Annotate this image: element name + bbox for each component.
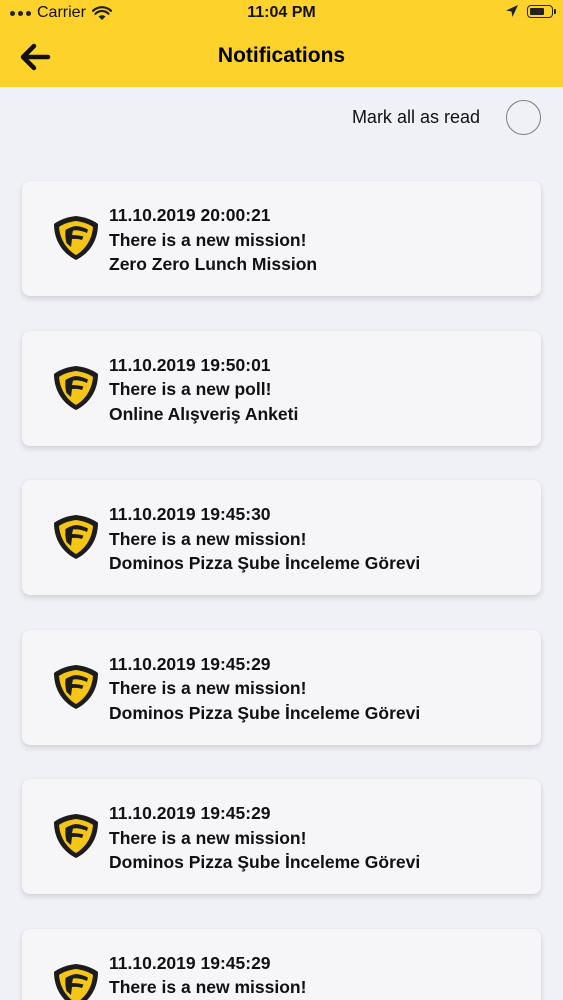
shield-logo-icon xyxy=(54,515,98,559)
notification-card[interactable]: 11.10.2019 19:45:29 There is a new missi… xyxy=(22,629,541,745)
status-bar: Carrier 11:04 PM xyxy=(0,0,563,28)
notification-texts: 11.10.2019 19:50:01 There is a new poll!… xyxy=(109,353,298,427)
notification-date: 11.10.2019 19:45:29 xyxy=(109,803,271,823)
notification-texts: 11.10.2019 19:45:29 There is a new missi… xyxy=(109,652,420,726)
page-title: Notifications xyxy=(217,44,346,67)
mark-all-label: Mark all as read xyxy=(351,107,480,127)
shield-logo-icon xyxy=(54,216,98,260)
notification-card[interactable]: 11.10.2019 19:45:29 There is a new missi… xyxy=(22,779,541,894)
notification-card[interactable]: 11.10.2019 19:45:30 There is a new missi… xyxy=(22,480,541,595)
notification-name: Dominos Pizza Şube İnceleme Görevi xyxy=(109,852,421,872)
notification-texts: 11.10.2019 20:00:21 There is a new missi… xyxy=(109,203,317,277)
notification-title: There is a new mission! xyxy=(109,827,307,848)
notification-card[interactable]: 11.10.2019 19:45:29 There is a new missi… xyxy=(22,928,541,1000)
notification-date: 11.10.2019 20:00:21 xyxy=(109,205,271,225)
shield-logo-icon xyxy=(54,963,98,1000)
notification-card[interactable]: 11.10.2019 20:00:21 There is a new missi… xyxy=(22,181,541,296)
notification-date: 11.10.2019 19:45:30 xyxy=(109,504,271,524)
notification-title: There is a new mission! xyxy=(109,977,307,997)
shield-logo-icon xyxy=(54,664,98,709)
notification-name: Dominos Pizza Şube İnceleme Görevi xyxy=(109,702,421,723)
mark-all-row[interactable]: Mark all as read xyxy=(352,100,541,135)
header-bar: Carrier 11:04 PM Notifications xyxy=(0,0,563,87)
notification-name: Zero Zero Lunch Mission xyxy=(109,254,318,274)
status-time: 11:04 PM xyxy=(247,4,316,21)
notification-texts: 11.10.2019 19:45:30 There is a new missi… xyxy=(109,502,420,576)
notification-texts: 11.10.2019 19:45:29 There is a new missi… xyxy=(109,951,420,1000)
shield-logo-icon xyxy=(54,814,98,858)
notification-title: There is a new mission! xyxy=(109,528,307,549)
notification-date: 11.10.2019 19:45:29 xyxy=(109,653,271,674)
mark-all-checkbox[interactable] xyxy=(506,100,541,135)
location-arrow-icon xyxy=(506,5,518,17)
notification-title: There is a new mission! xyxy=(109,678,307,698)
shield-logo-icon xyxy=(54,365,98,410)
notification-date: 11.10.2019 19:45:29 xyxy=(109,952,271,973)
notification-title: There is a new mission! xyxy=(109,229,307,250)
notification-title: There is a new poll! xyxy=(109,379,272,399)
notification-name: Online Alışveriş Anketi xyxy=(109,403,299,424)
notification-card[interactable]: 11.10.2019 19:50:01 There is a new poll!… xyxy=(22,330,541,446)
notification-date: 11.10.2019 19:50:01 xyxy=(109,354,271,375)
notification-texts: 11.10.2019 19:45:29 There is a new missi… xyxy=(109,801,420,875)
battery-icon xyxy=(527,4,556,18)
status-right xyxy=(505,4,556,18)
notification-name: Dominos Pizza Şube İnceleme Görevi xyxy=(109,553,421,573)
